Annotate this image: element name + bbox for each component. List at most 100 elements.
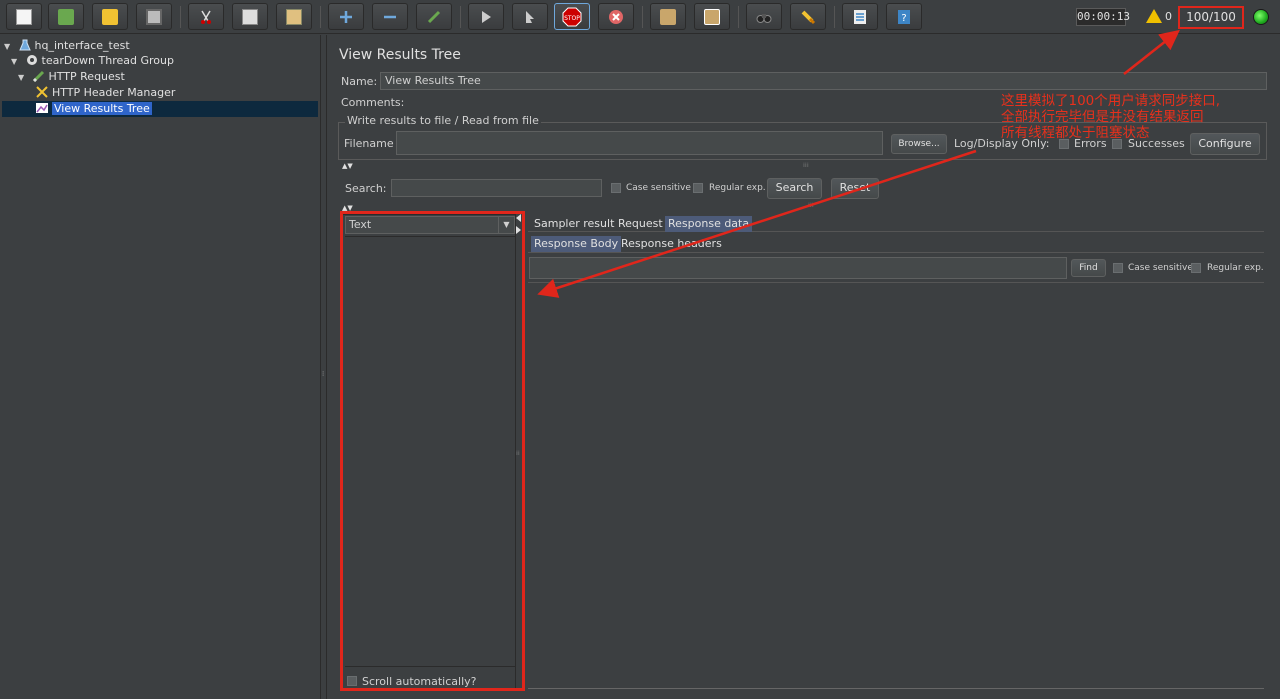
shutdown-button[interactable]	[598, 3, 634, 30]
new-button[interactable]	[6, 3, 42, 30]
tab-response-data[interactable]: Response data	[665, 216, 753, 232]
clear-all-icon	[704, 8, 720, 25]
collapse-button[interactable]	[372, 3, 408, 30]
tree-item-label: View Results Tree	[52, 102, 152, 115]
tree-item-test-plan[interactable]: ▼ hq_interface_test	[4, 38, 130, 54]
gear-icon	[26, 55, 37, 65]
elapsed-timer: 00:00:13	[1076, 8, 1130, 26]
copy-icon	[242, 8, 258, 25]
collapse-icon	[384, 15, 396, 18]
expand-toggle-icon[interactable]: ▼	[18, 70, 28, 86]
cut-button[interactable]	[188, 3, 224, 30]
reset-button[interactable]: Reset	[831, 178, 879, 199]
help-icon: ?	[898, 9, 910, 24]
search-button[interactable]: Search	[767, 178, 822, 199]
warning-count: 0	[1165, 10, 1172, 23]
name-field[interactable]: View Results Tree	[380, 72, 1267, 90]
split-toggle-bottom[interactable]: ▲▼ ⁞⁞⁞	[338, 202, 1267, 212]
results-list-panel: Text ▼	[342, 214, 516, 689]
tree-item-view-results-tree[interactable]: View Results Tree	[2, 101, 318, 117]
copy-button[interactable]	[232, 3, 268, 30]
annotation-line: 这里模拟了100个用户请求同步接口,	[1001, 93, 1221, 109]
scroll-automatically-checkbox[interactable]	[347, 676, 357, 686]
chevron-down-icon[interactable]: ▼	[498, 217, 514, 233]
results-split-handle[interactable]: ⁞⁞	[516, 214, 522, 689]
tree-item-teardown-group[interactable]: ▼ tearDown Thread Group	[11, 53, 174, 69]
svg-text:?: ?	[901, 13, 906, 24]
response-subtabs: Response Body Response headers	[528, 235, 1264, 253]
jmeter-window: STOP ? 00:00:13 0 100/100 ▼ hq_interface…	[0, 0, 1280, 699]
regular-exp-checkbox[interactable]	[693, 183, 703, 193]
open-icon	[102, 8, 118, 25]
paste-button[interactable]	[276, 3, 312, 30]
sample-result-tree[interactable]	[345, 236, 515, 667]
start-button[interactable]	[468, 3, 504, 30]
expand-button[interactable]	[328, 3, 364, 30]
reset-search-icon	[801, 10, 816, 24]
tab-sampler-result[interactable]: Sampler result	[531, 216, 617, 232]
new-icon	[16, 8, 32, 25]
tree-item-label: HTTP Header Manager	[52, 86, 176, 99]
help-button[interactable]: ?	[886, 3, 922, 30]
search-input[interactable]	[391, 179, 602, 197]
find-regular-exp-label: Regular exp.	[1207, 263, 1264, 273]
filename-label: Filename	[344, 137, 394, 150]
tree-item-label: tearDown Thread Group	[41, 54, 174, 67]
clear-icon	[660, 8, 676, 25]
comments-label: Comments:	[341, 96, 405, 109]
toggle-icon	[427, 10, 441, 23]
find-case-sensitive-checkbox[interactable]	[1113, 263, 1123, 273]
renderer-select[interactable]: Text ▼	[345, 216, 515, 234]
annotation-line: 所有线程都处于阻塞状态	[1001, 125, 1150, 141]
start-no-pauses-icon	[526, 10, 534, 23]
tab-request[interactable]: Request	[615, 216, 666, 232]
tree-item-http-request[interactable]: ▼ HTTP Request	[18, 69, 125, 85]
response-body-area[interactable]	[528, 282, 1264, 689]
warning-icon	[1146, 9, 1162, 23]
run-status-icon	[1253, 9, 1269, 25]
sampler-pencil-icon	[32, 70, 44, 82]
browse-button[interactable]: Browse...	[891, 134, 947, 154]
page-title: View Results Tree	[339, 47, 461, 63]
search-binoculars-button[interactable]	[746, 3, 782, 30]
stop-button[interactable]: STOP	[554, 3, 590, 30]
expand-toggle-icon[interactable]: ▼	[11, 54, 21, 70]
tab-response-headers[interactable]: Response headers	[618, 236, 725, 252]
start-no-pauses-button[interactable]	[512, 3, 548, 30]
tab-response-body[interactable]: Response Body	[531, 236, 622, 252]
open-button[interactable]	[92, 3, 128, 30]
split-toggle-top[interactable]: ▲▼ ⁞⁞⁞	[338, 162, 1267, 170]
function-helper-button[interactable]	[842, 3, 878, 30]
main-split-handle[interactable]: ⁞	[320, 35, 327, 699]
paste-icon	[286, 8, 302, 25]
stop-icon: STOP	[562, 7, 582, 26]
find-input[interactable]	[529, 257, 1067, 279]
find-regular-exp-checkbox[interactable]	[1191, 263, 1201, 273]
toggle-button[interactable]	[416, 3, 452, 30]
find-button[interactable]: Find	[1071, 259, 1106, 277]
templates-icon	[58, 8, 74, 25]
clear-all-button[interactable]	[694, 3, 730, 30]
search-label: Search:	[345, 182, 387, 195]
cut-icon	[201, 10, 211, 24]
annotation-text: 这里模拟了100个用户请求同步接口, 全部执行完毕但是并没有结果返回 所有线程都…	[1001, 93, 1280, 141]
name-label: Name:	[341, 75, 378, 88]
test-plan-icon	[18, 39, 31, 51]
case-sensitive-label: Case sensitive	[626, 183, 691, 193]
function-helper-icon	[854, 9, 866, 24]
active-threads-counter: 100/100	[1178, 6, 1244, 29]
search-binoculars-icon	[756, 13, 772, 23]
shutdown-icon	[609, 9, 623, 24]
save-button[interactable]	[136, 3, 172, 30]
tree-item-header-manager[interactable]: HTTP Header Manager	[35, 85, 175, 101]
clear-button[interactable]	[650, 3, 686, 30]
reset-search-button[interactable]	[790, 3, 826, 30]
write-results-group-title: Write results to file / Read from file	[345, 114, 541, 127]
case-sensitive-checkbox[interactable]	[611, 183, 621, 193]
listener-chart-icon	[36, 103, 48, 113]
templates-button[interactable]	[48, 3, 84, 30]
test-plan-tree: ▼ hq_interface_test ▼ tearDown Thread Gr…	[0, 35, 319, 699]
filename-input[interactable]	[396, 131, 883, 155]
stop-label: STOP	[564, 15, 580, 22]
scroll-automatically-label: Scroll automatically?	[362, 675, 477, 688]
